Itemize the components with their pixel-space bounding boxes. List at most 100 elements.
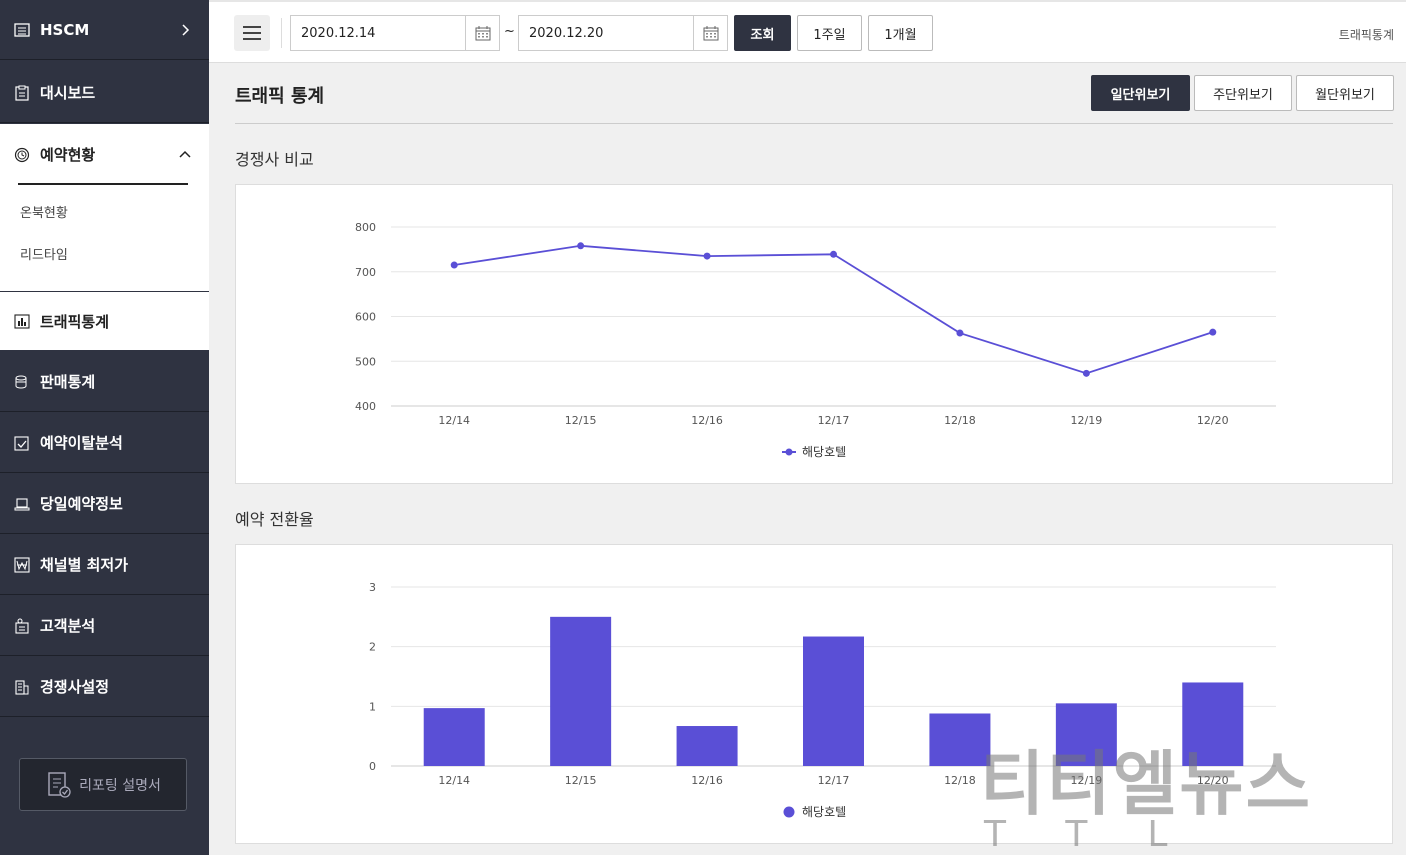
calendar-icon[interactable] xyxy=(693,16,727,50)
legend-marker xyxy=(783,806,795,818)
x-tick-label: 12/17 xyxy=(818,414,850,427)
calendar-icon[interactable] xyxy=(465,16,499,50)
bar xyxy=(676,726,738,766)
end-date-value: 2020.12.20 xyxy=(529,25,604,41)
clock-icon xyxy=(14,147,30,163)
bar xyxy=(803,636,864,766)
section-title-conversion: 예약 전환율 xyxy=(235,510,314,529)
list-icon xyxy=(14,22,30,38)
bar xyxy=(1182,682,1244,766)
sidebar-item-label: 경쟁사설정 xyxy=(40,678,110,696)
series-line xyxy=(454,244,1214,375)
sidebar: HSCM 대시보드 예약현황 온북현황 리드타임 트래픽통계 판매통계 예약이탈… xyxy=(0,0,209,855)
submenu-divider xyxy=(18,183,188,185)
sidebar-item-competitors[interactable]: 경쟁사설정 xyxy=(0,657,209,717)
submenu-item-leadtime[interactable]: 리드타임 xyxy=(20,244,68,263)
data-point xyxy=(1209,328,1217,336)
won-icon xyxy=(14,556,30,573)
x-tick-label: 12/15 xyxy=(565,774,597,787)
x-tick-label: 12/17 xyxy=(818,774,850,787)
building-icon xyxy=(14,679,30,695)
x-tick-label: 12/19 xyxy=(1071,774,1103,787)
bar-chart: 0 1 2 3 12/14 12/15 12/16 12/17 12/18 12/19 12/20 해… xyxy=(369,581,1276,819)
weekly-view-button[interactable]: 주단위보기 xyxy=(1194,75,1292,111)
sidebar-item-abandon[interactable]: 예약이탈분석 xyxy=(0,413,209,473)
data-point xyxy=(956,329,964,337)
sidebar-item-label: 당일예약정보 xyxy=(40,495,123,513)
laptop-icon xyxy=(14,496,30,512)
sidebar-item-sameday[interactable]: 당일예약정보 xyxy=(0,474,209,534)
coins-icon xyxy=(14,374,30,390)
app-root: HSCM 대시보드 예약현황 온북현황 리드타임 트래픽통계 판매통계 예약이탈… xyxy=(0,0,1406,855)
sidebar-item-dashboard[interactable]: 대시보드 xyxy=(0,63,209,123)
monthly-view-button[interactable]: 월단위보기 xyxy=(1296,75,1394,111)
bar xyxy=(550,616,612,766)
daily-view-button[interactable]: 일단위보기 xyxy=(1091,75,1190,111)
y-tick-label: 3 xyxy=(369,581,376,594)
x-tick-label: 12/16 xyxy=(691,774,723,787)
sidebar-item-label: 예약이탈분석 xyxy=(40,434,123,452)
sidebar-item-label: 트래픽통계 xyxy=(40,312,110,331)
bar xyxy=(929,713,991,766)
x-tick-label: 12/19 xyxy=(1071,414,1103,427)
chevron-up-icon xyxy=(179,150,191,158)
x-tick-label: 12/18 xyxy=(944,414,976,427)
hamburger-icon xyxy=(243,26,261,40)
sidebar-item-label: 고객분석 xyxy=(40,617,96,635)
one-week-button[interactable]: 1주일 xyxy=(797,15,862,51)
search-button[interactable]: 조회 xyxy=(734,15,791,51)
y-tick-label: 500 xyxy=(355,355,376,368)
start-date-field[interactable]: 2020.12.14 xyxy=(290,15,500,51)
clipboard-icon xyxy=(14,85,30,101)
sidebar-item-label: 대시보드 xyxy=(40,84,96,102)
manual-label: 리포팅 설명서 xyxy=(79,777,161,794)
sidebar-item-traffic[interactable]: 트래픽통계 xyxy=(0,291,209,351)
reporting-manual-button[interactable]: 리포팅 설명서 xyxy=(19,758,187,811)
x-tick-label: 12/16 xyxy=(691,414,723,427)
data-point xyxy=(830,250,837,258)
x-tick-label: 12/14 xyxy=(438,414,470,427)
y-tick-label: 2 xyxy=(369,641,376,654)
y-tick-label: 400 xyxy=(355,400,376,413)
breadcrumb: 트래픽통계 xyxy=(1338,28,1394,42)
y-tick-label: 600 xyxy=(355,311,376,324)
menu-toggle-button[interactable] xyxy=(234,15,270,51)
y-tick-label: 700 xyxy=(355,266,376,279)
checklist-icon xyxy=(14,435,30,451)
x-tick-label: 12/18 xyxy=(944,774,976,787)
sidebar-item-reservations[interactable]: 예약현황 xyxy=(0,124,209,185)
bar-chart-icon xyxy=(14,313,30,329)
title-divider xyxy=(235,123,1393,124)
data-point xyxy=(703,252,711,260)
submenu: 온북현황 리드타임 xyxy=(0,185,209,291)
sidebar-item-label: 판매통계 xyxy=(40,373,96,391)
x-tick-label: 12/20 xyxy=(1197,414,1229,427)
sidebar-item-customers[interactable]: 고객분석 xyxy=(0,596,209,656)
section-title-competitor: 경쟁사 비교 xyxy=(235,150,314,169)
legend-label: 해당호텔 xyxy=(802,805,846,819)
y-tick-label: 0 xyxy=(369,760,376,773)
x-tick-label: 12/15 xyxy=(565,414,597,427)
sidebar-item-sales[interactable]: 판매통계 xyxy=(0,352,209,412)
date-range-separator: ~ xyxy=(504,24,515,39)
data-point xyxy=(577,242,585,250)
page-title: 트래픽 통계 xyxy=(235,86,325,107)
line-chart: 400 500 600 700 800 12/14 12/15 12/16 12/17 12/18… xyxy=(355,221,1276,459)
sidebar-item-label: 채널별 최저가 xyxy=(40,556,129,574)
submenu-item-onbook[interactable]: 온북현황 xyxy=(20,202,68,221)
main-content: 트래픽 통계 일단위보기 주단위보기 월단위보기 경쟁사 비교 400 500 60… xyxy=(209,63,1406,855)
top-bar: 2020.12.14 ~ 2020.12.20 조회 1주일 1개월 트래픽통계 xyxy=(209,0,1406,63)
bar-chart-panel: 0 1 2 3 12/14 12/15 12/16 12/17 12/18 12/19 12/20 해… xyxy=(235,544,1393,844)
document-check-icon xyxy=(48,771,71,798)
start-date-value: 2020.12.14 xyxy=(301,25,376,41)
y-tick-label: 1 xyxy=(369,700,376,713)
customer-icon xyxy=(14,618,30,634)
legend-marker xyxy=(785,448,793,456)
end-date-field[interactable]: 2020.12.20 xyxy=(518,15,728,51)
sidebar-brand[interactable]: HSCM xyxy=(0,0,209,60)
one-month-button[interactable]: 1개월 xyxy=(868,15,933,51)
chevron-right-icon xyxy=(182,23,190,36)
sidebar-item-lowest-price[interactable]: 채널별 최저가 xyxy=(0,535,209,595)
line-chart-panel: 400 500 600 700 800 12/14 12/15 12/16 12/17 12/18… xyxy=(235,184,1393,484)
sidebar-item-label: 예약현황 xyxy=(40,146,96,164)
